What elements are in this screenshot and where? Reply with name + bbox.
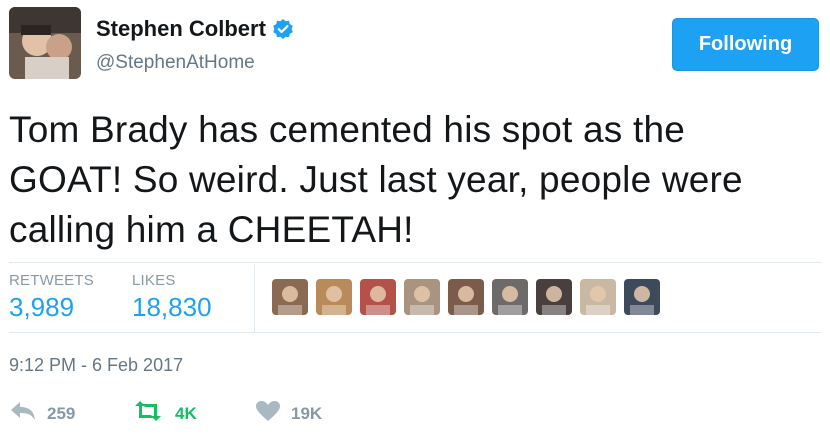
liker-avatars: [272, 279, 660, 315]
tweet-text-line: calling him a CHEETAH!: [9, 209, 414, 250]
like-button[interactable]: 19K: [255, 400, 322, 427]
heart-icon: [255, 400, 281, 427]
liker-avatar-7[interactable]: [536, 279, 572, 315]
display-name[interactable]: Stephen Colbert: [96, 16, 266, 42]
retweets-stat[interactable]: RETWEETS 3,989: [9, 272, 94, 323]
reply-count: 259: [47, 403, 76, 423]
tweet-text-line: GOAT! So weird. Just last year, people w…: [9, 159, 743, 200]
reply-button[interactable]: 259: [9, 400, 75, 427]
following-button[interactable]: Following: [672, 18, 819, 71]
retweets-label: RETWEETS: [9, 272, 94, 289]
liker-avatar-5[interactable]: [448, 279, 484, 315]
liker-avatar-2[interactable]: [316, 279, 352, 315]
likes-count: 18,830: [132, 292, 212, 322]
liker-avatar-9[interactable]: [624, 279, 660, 315]
user-name-row: Stephen Colbert: [96, 16, 294, 42]
liker-avatar-3[interactable]: [360, 279, 396, 315]
user-handle[interactable]: @StephenAtHome: [96, 52, 255, 74]
verified-badge-icon: [272, 18, 294, 40]
stats-bottom-divider: [9, 332, 821, 333]
liker-avatar-8[interactable]: [580, 279, 616, 315]
tweet-text: Tom Brady has cemented his spot as the G…: [9, 105, 809, 255]
stats-vertical-divider: [254, 264, 255, 332]
retweet-button[interactable]: 4K: [131, 400, 197, 427]
reply-icon: [9, 400, 37, 427]
like-count: 19K: [291, 403, 323, 423]
retweet-count: 4K: [175, 403, 197, 423]
tweet-text-line: Tom Brady has cemented his spot as the: [9, 109, 686, 150]
tweet-timestamp[interactable]: 9:12 PM - 6 Feb 2017: [9, 355, 183, 376]
liker-avatar-4[interactable]: [404, 279, 440, 315]
liker-avatar-6[interactable]: [492, 279, 528, 315]
likes-stat[interactable]: LIKES 18,830: [132, 272, 212, 323]
tweet-card: Stephen Colbert @StephenAtHome Following…: [0, 0, 830, 445]
retweet-icon: [131, 400, 165, 427]
liker-avatar-1[interactable]: [272, 279, 308, 315]
stats-top-divider: [9, 262, 821, 263]
user-avatar[interactable]: [9, 7, 81, 79]
retweets-count: 3,989: [9, 292, 75, 322]
likes-label: LIKES: [132, 272, 176, 289]
